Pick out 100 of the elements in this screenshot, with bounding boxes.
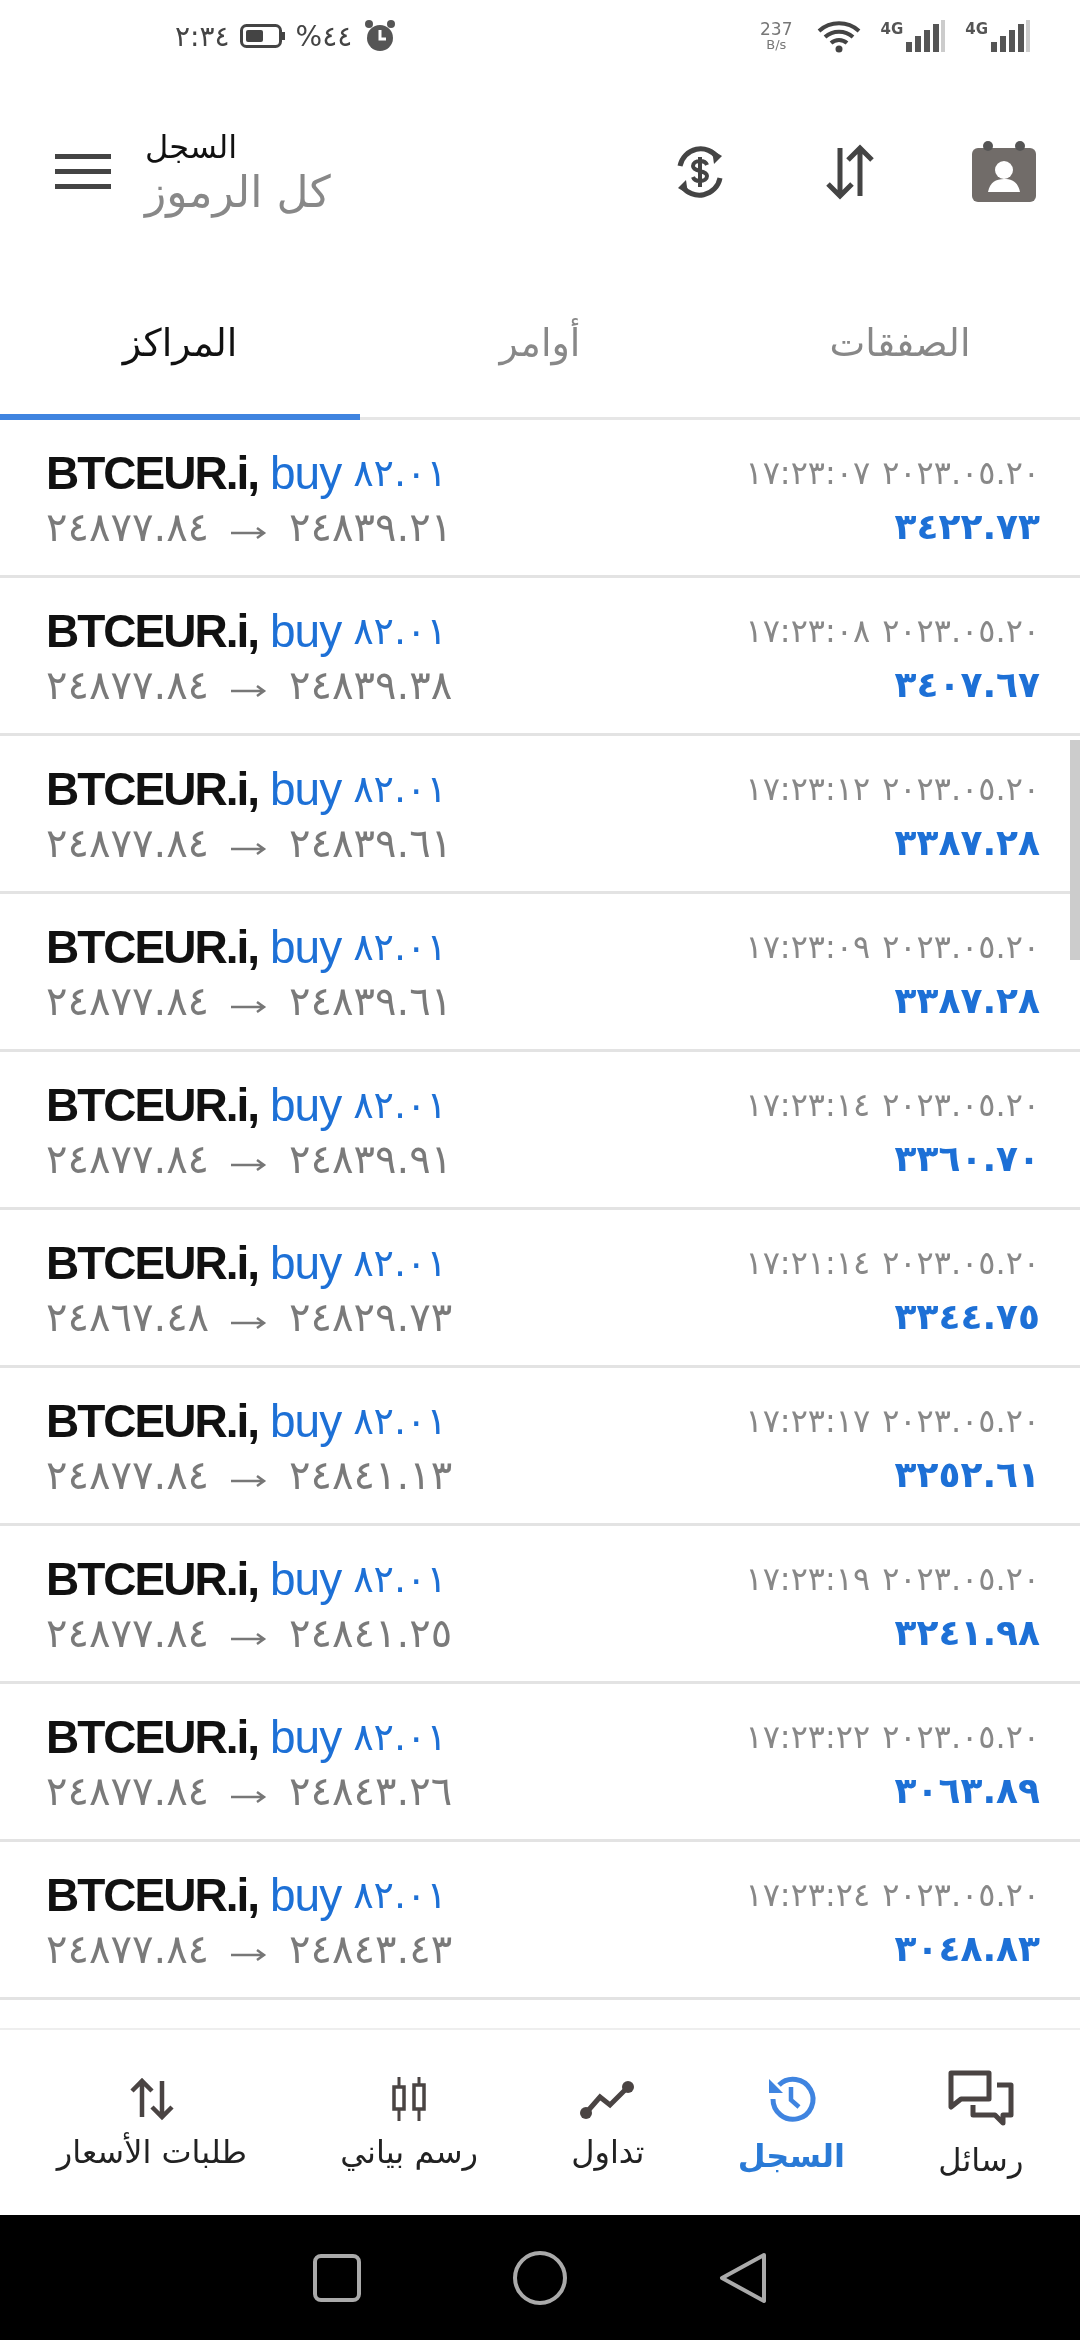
symbol-filter[interactable]: كل الرموز (145, 165, 668, 217)
profit: ٣٣٨٧.٢٨ (894, 980, 1040, 1021)
close-price: ٢٤٨٣٩.٣٨ (289, 661, 453, 708)
arrow-icon (231, 1473, 268, 1488)
open-price: ٢٤٨٧٧.٨٤ (46, 1609, 210, 1656)
close-price: ٢٤٨٣٩.٩١ (289, 1135, 453, 1182)
volume: ٨٢.٠١ (353, 1082, 447, 1127)
home-icon[interactable] (512, 2249, 568, 2306)
profit: ٣٣٤٤.٧٥ (894, 1296, 1040, 1337)
symbol-name: BTCEUR.i, (46, 1709, 258, 1764)
time: ١٧:٢٣:١٩ (745, 1559, 871, 1598)
symbol-name: BTCEUR.i, (46, 1867, 258, 1922)
symbol-name: BTCEUR.i, (46, 1393, 258, 1448)
close-price: ٢٤٨٤٣.٢٦ (289, 1767, 453, 1814)
date: ٢٠٢٣.٠٥.٢٠ (882, 1875, 1040, 1914)
arrow-icon (231, 525, 268, 540)
close-price: ٢٤٨٤٣.٤٣ (289, 1925, 453, 1972)
volume: ٨٢.٠١ (353, 924, 447, 969)
deal-type: buy (270, 919, 342, 974)
menu-icon[interactable] (55, 152, 111, 192)
time: ١٧:٢٣:٠٨ (745, 611, 871, 650)
symbol-name: BTCEUR.i, (46, 1551, 258, 1606)
arrow-icon (231, 1789, 268, 1804)
time: ١٧:٢٣:١٤ (745, 1085, 871, 1124)
profit: ٣٢٤١.٩٨ (894, 1612, 1040, 1653)
time: ١٧:٢٣:٠٧ (745, 453, 871, 492)
deal-type: buy (270, 445, 342, 500)
date: ٢٠٢٣.٠٥.٢٠ (882, 927, 1040, 966)
screen-title: السجل (145, 127, 239, 166)
volume: ٨٢.٠١ (353, 450, 447, 495)
symbol-name: BTCEUR.i, (46, 603, 258, 658)
date: ٢٠٢٣.٠٥.٢٠ (882, 1085, 1040, 1124)
time: ١٧:٢٣:٢٢ (745, 1717, 871, 1756)
open-price: ٢٤٨٧٧.٨٤ (46, 1451, 210, 1498)
deal-type: buy (270, 761, 342, 816)
profit: ٣٤٠٧.٦٧ (894, 664, 1040, 705)
arrow-icon (231, 1157, 268, 1172)
volume: ٨٢.٠١ (353, 1398, 447, 1443)
arrow-icon (231, 683, 268, 698)
close-price: ٢٤٨٢٩.٧٣ (289, 1293, 453, 1340)
close-price: ٢٤٨٤١.١٣ (289, 1451, 453, 1498)
volume: ٨٢.٠١ (353, 1240, 447, 1285)
open-price: ٢٤٨٧٧.٨٤ (46, 977, 210, 1024)
volume: ٨٢.٠١ (353, 1556, 447, 1601)
open-price: ٢٤٨٧٧.٨٤ (46, 819, 210, 866)
network-type: 4G (965, 20, 988, 38)
open-price: ٢٤٨٧٧.٨٤ (46, 1135, 210, 1182)
deal-type: buy (270, 1551, 342, 1606)
volume: ٨٢.٠١ (353, 608, 447, 653)
arrow-icon (231, 1947, 268, 1962)
tab[interactable]: الصفقات (720, 272, 1080, 420)
nav-item[interactable]: رسائل (938, 2066, 1024, 2179)
date: ٢٠٢٣.٠٥.٢٠ (882, 769, 1040, 808)
open-price: ٢٤٨٧٧.٨٤ (46, 503, 210, 550)
open-price: ٢٤٨٦٧.٤٨ (46, 1293, 210, 1340)
date: ٢٠٢٣.٠٥.٢٠ (882, 1717, 1040, 1756)
open-price: ٢٤٨٧٧.٨٤ (46, 661, 210, 708)
profit: ٣٤٢٢.٧٣ (894, 506, 1040, 547)
profit: ٣٣٨٧.٢٨ (894, 822, 1040, 863)
deal-type: buy (270, 1077, 342, 1132)
profit: ٣٢٥٢.٦١ (894, 1454, 1040, 1495)
date: ٢٠٢٣.٠٥.٢٠ (882, 611, 1040, 650)
network-speed: 237 (760, 19, 793, 39)
recent-apps-icon[interactable] (312, 2252, 362, 2303)
date: ٢٠٢٣.٠٥.٢٠ (882, 1401, 1040, 1440)
wifi-icon (816, 19, 861, 53)
profit: ٣٠٦٣.٨٩ (894, 1770, 1040, 1811)
arrow-icon (231, 1315, 268, 1330)
nav-item[interactable]: تداول (571, 2074, 645, 2171)
arrow-icon (231, 999, 268, 1014)
battery-percent: %٤٤ (295, 19, 353, 53)
symbol-name: BTCEUR.i, (46, 919, 258, 974)
nav-item[interactable]: طلبات الأسعار (56, 2074, 248, 2171)
volume: ٨٢.٠١ (353, 1714, 447, 1759)
speed-unit: B/s (766, 38, 787, 53)
open-price: ٢٤٨٧٧.٨٤ (46, 1767, 210, 1814)
deal-type: buy (270, 1235, 342, 1290)
time: ١٧:٢٣:٢٤ (745, 1875, 871, 1914)
symbol-name: BTCEUR.i, (46, 1077, 258, 1132)
tab[interactable]: المراكز (0, 272, 360, 420)
signal-icon (990, 20, 1030, 52)
signal-icon (905, 20, 946, 52)
close-price: ٢٤٨٣٩.٦١ (289, 977, 453, 1024)
profit: ٣٠٤٨.٨٣ (894, 1928, 1040, 1969)
date: ٢٠٢٣.٠٥.٢٠ (882, 1243, 1040, 1282)
nav-item[interactable]: السجل (737, 2070, 845, 2175)
date: ٢٠٢٣.٠٥.٢٠ (882, 453, 1040, 492)
close-price: ٢٤٨٣٩.٢١ (289, 503, 453, 550)
volume: ٨٢.٠١ (353, 1872, 447, 1917)
symbol-name: BTCEUR.i, (46, 1235, 258, 1290)
nav-item[interactable]: رسم بياني (340, 2074, 478, 2171)
arrow-icon (231, 1631, 268, 1646)
deal-type: buy (270, 1709, 342, 1764)
clock-time: ٢:٣٤ (175, 19, 230, 53)
date: ٢٠٢٣.٠٥.٢٠ (882, 1559, 1040, 1598)
time: ١٧:٢٣:٠٩ (745, 927, 871, 966)
tab[interactable]: أوامر (360, 272, 720, 420)
back-icon[interactable] (718, 2251, 768, 2304)
volume: ٨٢.٠١ (353, 766, 447, 811)
deal-type: buy (270, 1867, 342, 1922)
